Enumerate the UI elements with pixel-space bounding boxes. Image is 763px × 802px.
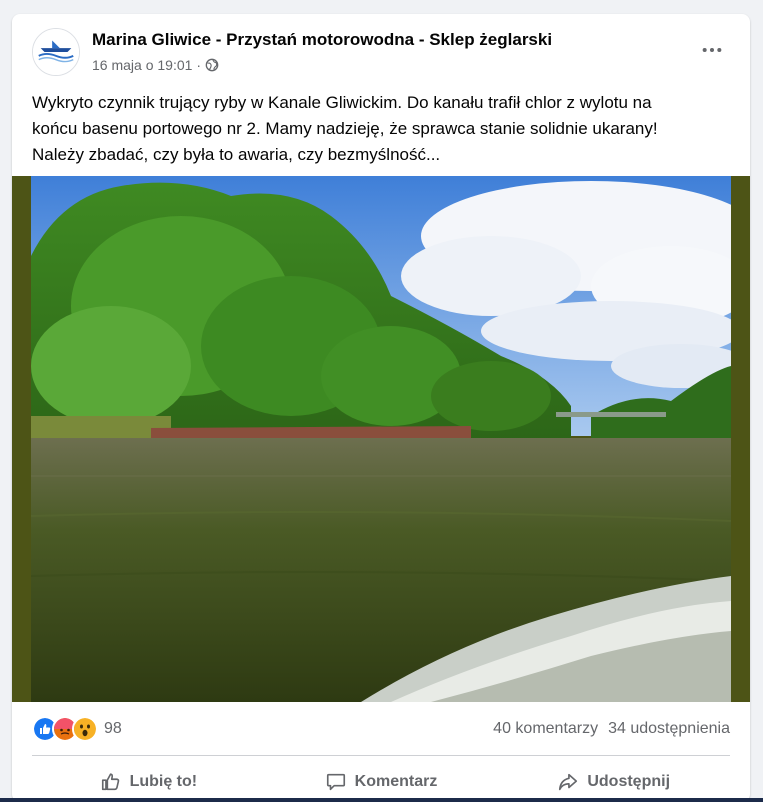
marina-logo-icon [33,29,79,75]
thumbs-up-icon [101,773,119,791]
meta-separator: · [196,57,202,73]
more-dots-icon [702,47,722,53]
post-text-line: końcu basenu portowego nr 2. Mamy nadzie… [32,119,658,138]
more-options-button[interactable] [694,36,730,64]
share-button-label: Udostępnij [587,773,671,790]
post-photo[interactable] [31,176,731,702]
reactions-bar: 98 40 komentarzy 34 udostępnienia [32,714,730,744]
page-avatar[interactable] [32,28,80,76]
post-card: Marina Gliwice - Przystań motorowodna - … [12,14,750,802]
post-meta: 16 maja o 19:01 · [92,57,219,73]
post-text: Wykryto czynnik trujący ryby w Kanale Gl… [32,90,737,168]
engagement-counts: 40 komentarzy 34 udostępnienia [493,720,730,738]
divider [32,755,730,756]
comment-button[interactable]: Komentarz [265,762,498,802]
bottom-strip [0,798,763,802]
comment-bubble-icon [326,773,345,791]
canal-landscape-image [31,176,731,702]
post-actions: Lubię to! Komentarz Udostępnij [32,762,730,802]
photo-container[interactable] [12,176,750,702]
post-header: Marina Gliwice - Przystań motorowodna - … [12,14,750,90]
reactions-count[interactable]: 98 [104,720,122,738]
share-button[interactable]: Udostępnij [497,762,730,802]
reaction-summary[interactable]: 98 [32,716,122,742]
page-name-link[interactable]: Marina Gliwice - Przystań motorowodna - … [92,30,552,50]
share-arrow-icon [559,773,578,791]
post-text-line: Wykryto czynnik trujący ryby w Kanale Gl… [32,93,652,112]
globe-icon [205,58,219,72]
like-button-label: Lubię to! [129,773,198,790]
like-button[interactable]: Lubię to! [32,762,265,802]
comment-button-label: Komentarz [354,773,438,790]
shares-count[interactable]: 34 udostępnienia [608,720,730,738]
comments-count[interactable]: 40 komentarzy [493,720,598,738]
post-date[interactable]: 16 maja o 19:01 [92,57,192,73]
post-text-line: Należy zbadać, czy była to awaria, czy b… [32,145,441,164]
wow-icon [72,716,98,742]
